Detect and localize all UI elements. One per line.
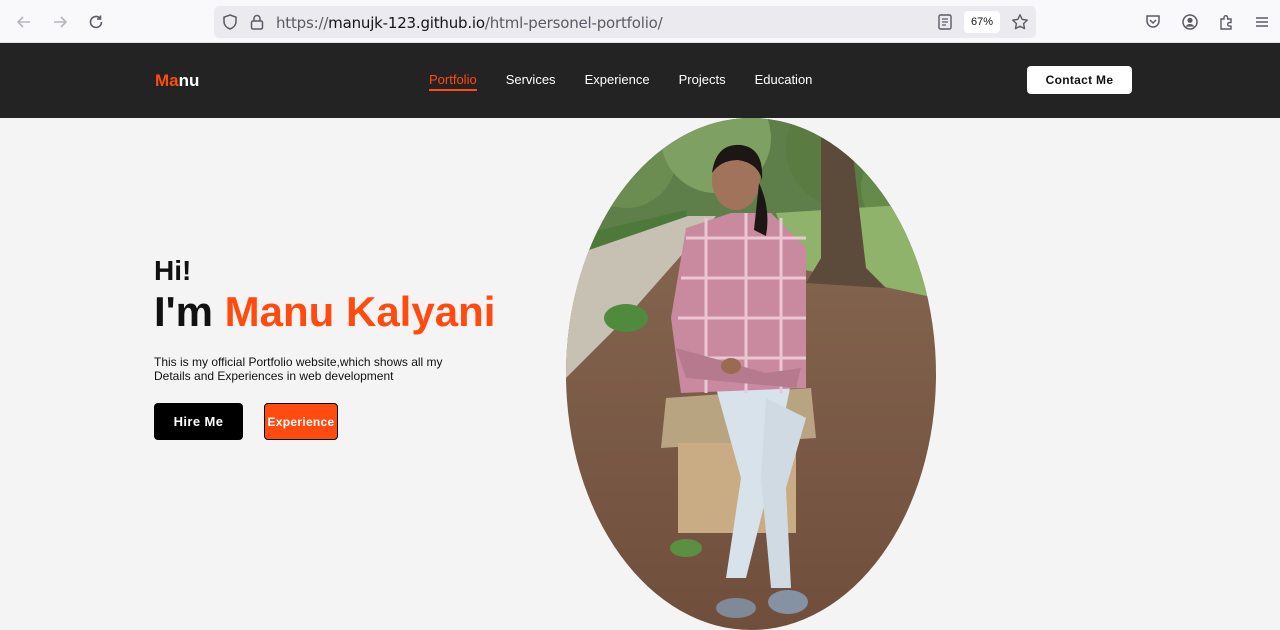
hero-name-line: I'm Manu Kalyani <box>154 288 495 336</box>
zoom-level[interactable]: 67% <box>964 11 1000 33</box>
menu-icon[interactable] <box>1252 12 1272 32</box>
hire-me-button[interactable]: Hire Me <box>154 403 243 440</box>
nav-education[interactable]: Education <box>755 72 813 91</box>
profile-photo <box>566 118 936 630</box>
reader-view-icon[interactable] <box>935 12 955 32</box>
shield-icon[interactable] <box>220 12 240 32</box>
extensions-icon[interactable] <box>1216 12 1236 32</box>
url-scheme: https:// <box>276 14 329 32</box>
address-bar[interactable]: https://manujk-123.github.io/html-person… <box>214 6 1036 38</box>
nav-projects[interactable]: Projects <box>679 72 726 91</box>
site-logo[interactable]: Manu <box>155 71 199 91</box>
logo-rest: nu <box>178 71 200 90</box>
url-text[interactable]: https://manujk-123.github.io/html-person… <box>276 14 663 32</box>
logo-accent: Ma <box>155 71 179 90</box>
contact-me-button[interactable]: Contact Me <box>1027 66 1132 94</box>
browser-toolbar: https://manujk-123.github.io/html-person… <box>0 0 1280 43</box>
back-arrow-icon[interactable] <box>12 10 36 34</box>
experience-button[interactable]: Experience <box>264 403 338 440</box>
pocket-icon[interactable] <box>1143 12 1163 32</box>
hero-description: This is my official Portfolio website,wh… <box>154 355 443 383</box>
nav-portfolio[interactable]: Portfolio <box>429 72 477 91</box>
reload-icon[interactable] <box>84 10 108 34</box>
nav-services[interactable]: Services <box>506 72 556 91</box>
site-header: Manu Portfolio Services Experience Proje… <box>0 43 1280 118</box>
url-host: manujk-123.github.io <box>328 14 485 32</box>
forward-arrow-icon[interactable] <box>48 10 72 34</box>
account-icon[interactable] <box>1180 12 1200 32</box>
nav-experience[interactable]: Experience <box>585 72 650 91</box>
hero-greeting: Hi! <box>154 255 192 286</box>
hero-name: Manu Kalyani <box>224 288 496 335</box>
url-path: /html-personel-portfolio/ <box>484 14 663 32</box>
main-nav: Portfolio Services Experience Projects E… <box>429 72 841 91</box>
lock-icon[interactable] <box>247 12 267 32</box>
hero-intro: I'm <box>154 288 225 335</box>
bookmark-star-icon[interactable] <box>1010 12 1030 32</box>
